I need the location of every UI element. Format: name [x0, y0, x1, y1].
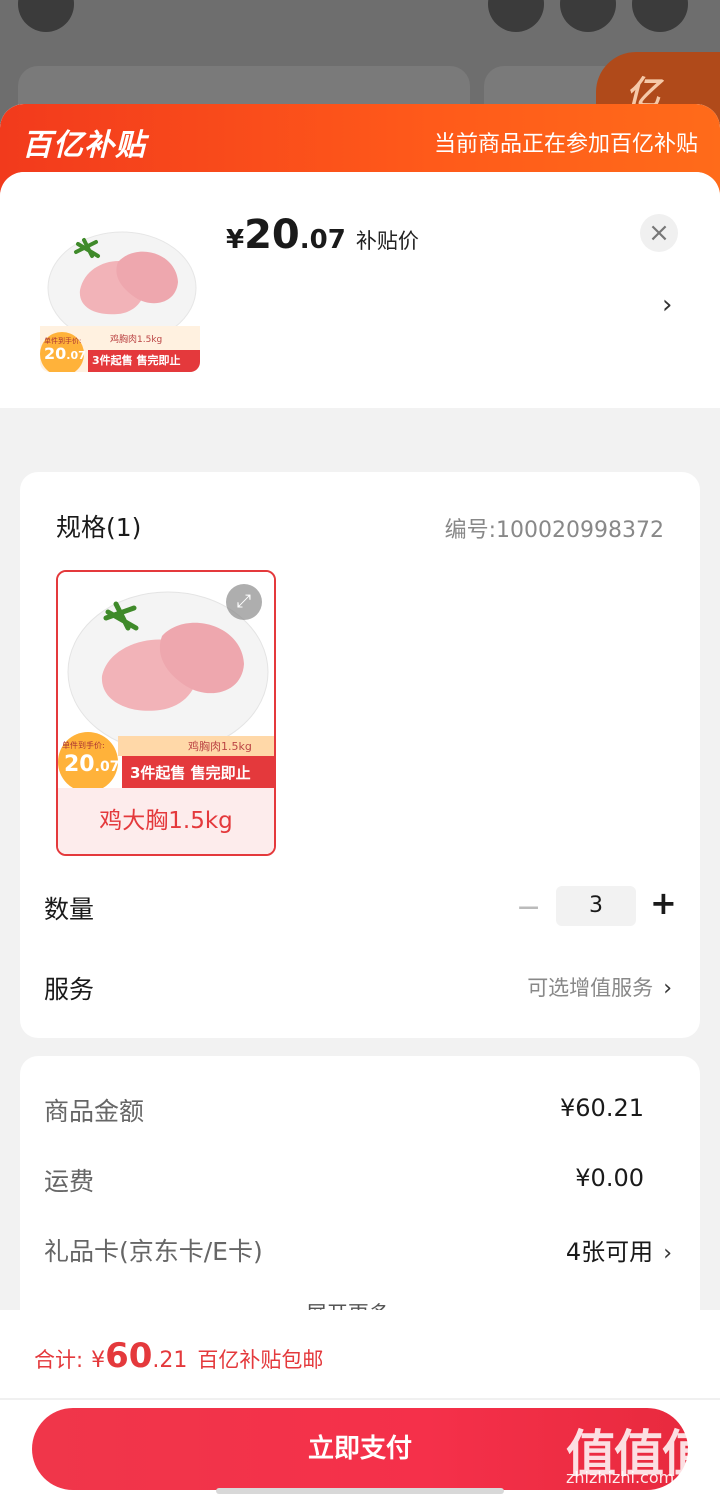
more-icon	[632, 0, 688, 32]
expand-image-icon[interactable]: ⤢	[226, 584, 262, 620]
thumbnail-price-int: 20	[44, 344, 67, 363]
goods-amount-label: 商品金额	[44, 1097, 145, 1126]
order-total: 合计: ¥ 60 .21 百亿补贴包邮	[34, 1336, 323, 1376]
product-summary: 鸡胸肉1.5kg 单件到手价: 20.07 3件起售 售完即止 ¥ 20 .07…	[0, 172, 720, 408]
price-currency: ¥	[226, 225, 245, 255]
spec-image-price-dec: .07	[94, 759, 120, 775]
divider	[0, 1398, 720, 1400]
product-detail-arrow-icon[interactable]: ›	[662, 290, 672, 320]
thumbnail-promo: 3件起售 售完即止	[92, 354, 181, 367]
total-currency: ¥	[91, 1348, 106, 1373]
close-button[interactable]: ×	[640, 214, 678, 252]
home-indicator	[216, 1488, 504, 1494]
price-tag: 补贴价	[355, 229, 419, 253]
product-thumbnail[interactable]: 鸡胸肉1.5kg 单件到手价: 20.07 3件起售 售完即止	[40, 212, 200, 372]
thumbnail-price: 20.07	[44, 344, 86, 363]
spec-image-caption: 鸡胸肉1.5kg	[188, 740, 252, 753]
spec-image-unit-label: 单件到手价:	[62, 741, 105, 750]
gift-card-label: 礼品卡(京东卡/E卡)	[44, 1237, 263, 1266]
spec-card: 规格(1) 编号:100020998372 ⤢ 鸡胸肉1.5kg 单件到手价:	[20, 472, 700, 1038]
spec-image-price: 20.07	[64, 752, 119, 777]
gift-card-value: 4张可用	[565, 1238, 654, 1266]
quantity-increase-button[interactable]: +	[650, 884, 677, 922]
service-hint-text: 可选增值服务	[527, 976, 654, 1000]
subsidy-banner-text: 当前商品正在参加百亿补贴	[433, 132, 698, 157]
price-integer: 20	[244, 212, 300, 258]
quantity-label: 数量	[44, 895, 95, 924]
thumbnail-price-dec: .07	[66, 349, 86, 362]
gift-card-selector[interactable]: 4张可用 ›	[566, 1232, 672, 1267]
purchase-sheet: 百亿补贴 当前商品正在参加百亿补贴 鸡胸肉1.5kg 单件到手价: 20.07 …	[0, 104, 720, 1496]
spec-image-price-int: 20	[64, 752, 95, 777]
shipping-label: 运费	[44, 1167, 95, 1196]
total-integer: 60	[105, 1336, 153, 1376]
total-decimal: .21	[152, 1348, 188, 1373]
back-icon	[18, 0, 74, 32]
spec-title: 规格(1)	[56, 513, 142, 542]
service-selector[interactable]: 可选增值服务 ›	[527, 972, 672, 1002]
spec-option-label: 鸡大胸1.5kg	[58, 788, 274, 854]
free-shipping-note: 百亿补贴包邮	[197, 1348, 324, 1372]
quantity-decrease-button[interactable]: −	[516, 890, 541, 925]
total-label: 合计:	[34, 1348, 84, 1372]
quantity-input[interactable]: 3	[556, 886, 636, 926]
price-decimal: .07	[299, 225, 346, 255]
share-icon	[560, 0, 616, 32]
goods-amount-value: ¥60.21	[560, 1094, 644, 1122]
chevron-right-icon: ›	[663, 976, 672, 1001]
sheet-content: 鸡胸肉1.5kg 单件到手价: 20.07 3件起售 售完即止 ¥ 20 .07…	[0, 172, 720, 1496]
product-code: 编号:100020998372	[444, 518, 664, 543]
watermark-url: zhizhizhi.com	[566, 1468, 675, 1487]
subsidy-price: ¥ 20 .07 补贴价	[226, 212, 419, 258]
subsidy-logo: 百亿补贴	[22, 128, 146, 163]
favorite-icon	[488, 0, 544, 32]
shipping-value: ¥0.00	[575, 1164, 644, 1192]
thumbnail-caption: 鸡胸肉1.5kg	[110, 335, 163, 345]
spec-image-promo: 3件起售 售完即止	[130, 764, 251, 782]
chevron-right-icon: ›	[663, 1241, 672, 1266]
spec-option[interactable]: ⤢ 鸡胸肉1.5kg 单件到手价: 20.07 3件起售 售完即止 鸡大胸1.5…	[56, 570, 276, 856]
service-label: 服务	[44, 975, 95, 1004]
